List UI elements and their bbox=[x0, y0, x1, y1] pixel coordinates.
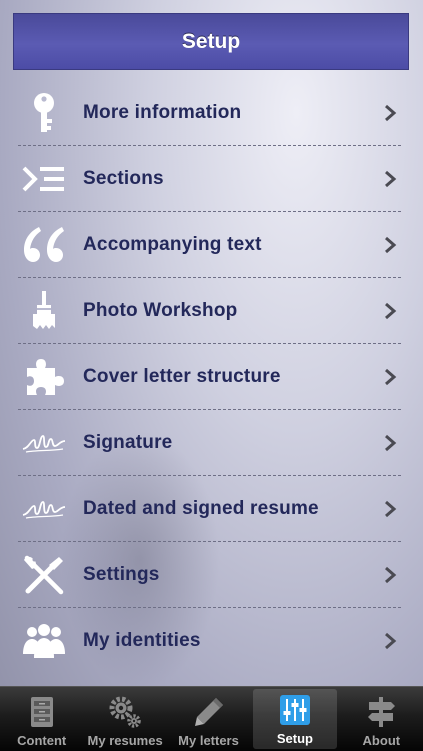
menu-item-label: Photo Workshop bbox=[83, 300, 238, 321]
chevron-right-icon bbox=[385, 104, 397, 122]
tab-setup[interactable]: Setup bbox=[253, 689, 337, 749]
tab-label: My letters bbox=[178, 733, 239, 748]
menu-item-label: My identities bbox=[83, 630, 201, 651]
quote-icon bbox=[20, 223, 68, 267]
signature-icon bbox=[20, 421, 68, 465]
pencil-icon bbox=[192, 695, 226, 729]
menu-item-dated-signed-resume[interactable]: Dated and signed resume bbox=[0, 476, 423, 542]
chevron-right-icon bbox=[385, 236, 397, 254]
nav-header: Setup bbox=[13, 13, 409, 70]
signpost-icon bbox=[364, 695, 398, 729]
key-icon bbox=[20, 91, 68, 135]
chevron-right-icon bbox=[385, 632, 397, 650]
menu-item-label: Signature bbox=[83, 432, 173, 453]
setup-menu-list: More information Sections Accompanying t… bbox=[0, 80, 423, 674]
tab-label: Content bbox=[17, 733, 67, 748]
menu-item-cover-letter-structure[interactable]: Cover letter structure bbox=[0, 344, 423, 410]
people-group-icon bbox=[20, 619, 68, 663]
tab-my-letters[interactable]: My letters bbox=[167, 687, 250, 751]
chevron-right-icon bbox=[385, 566, 397, 584]
tab-content[interactable]: Content bbox=[0, 687, 83, 751]
chevron-right-icon bbox=[385, 368, 397, 386]
menu-item-settings[interactable]: Settings bbox=[0, 542, 423, 608]
menu-item-photo-workshop[interactable]: Photo Workshop bbox=[0, 278, 423, 344]
tab-label: Setup bbox=[276, 731, 313, 746]
menu-item-more-information[interactable]: More information bbox=[0, 80, 423, 146]
chevron-right-icon bbox=[385, 170, 397, 188]
signature-icon bbox=[20, 487, 68, 531]
menu-item-sections[interactable]: Sections bbox=[0, 146, 423, 212]
menu-item-signature[interactable]: Signature bbox=[0, 410, 423, 476]
tab-label: My resumes bbox=[87, 733, 163, 748]
chevron-right-icon bbox=[385, 500, 397, 518]
sections-list-icon bbox=[20, 157, 68, 201]
sliders-icon bbox=[278, 693, 312, 727]
cabinet-icon bbox=[25, 695, 59, 729]
chevron-right-icon bbox=[385, 434, 397, 452]
puzzle-piece-icon bbox=[20, 355, 68, 399]
menu-item-label: Dated and signed resume bbox=[83, 498, 319, 519]
menu-item-label: More information bbox=[83, 102, 242, 123]
tools-icon bbox=[20, 553, 68, 597]
tab-bar: Content My resumes My letters Setup Abou… bbox=[0, 686, 423, 751]
menu-item-label: Cover letter structure bbox=[83, 366, 281, 387]
menu-item-label: Accompanying text bbox=[83, 234, 262, 255]
menu-item-my-identities[interactable]: My identities bbox=[0, 608, 423, 674]
tab-about[interactable]: About bbox=[340, 687, 423, 751]
chevron-right-icon bbox=[385, 302, 397, 320]
tab-label: About bbox=[362, 733, 401, 748]
page-title: Setup bbox=[181, 29, 241, 53]
paintbrush-icon bbox=[20, 289, 68, 333]
menu-item-label: Sections bbox=[83, 168, 164, 189]
tab-my-resumes[interactable]: My resumes bbox=[83, 687, 166, 751]
menu-item-accompanying-text[interactable]: Accompanying text bbox=[0, 212, 423, 278]
gears-icon bbox=[108, 695, 142, 729]
menu-item-label: Settings bbox=[83, 564, 160, 585]
